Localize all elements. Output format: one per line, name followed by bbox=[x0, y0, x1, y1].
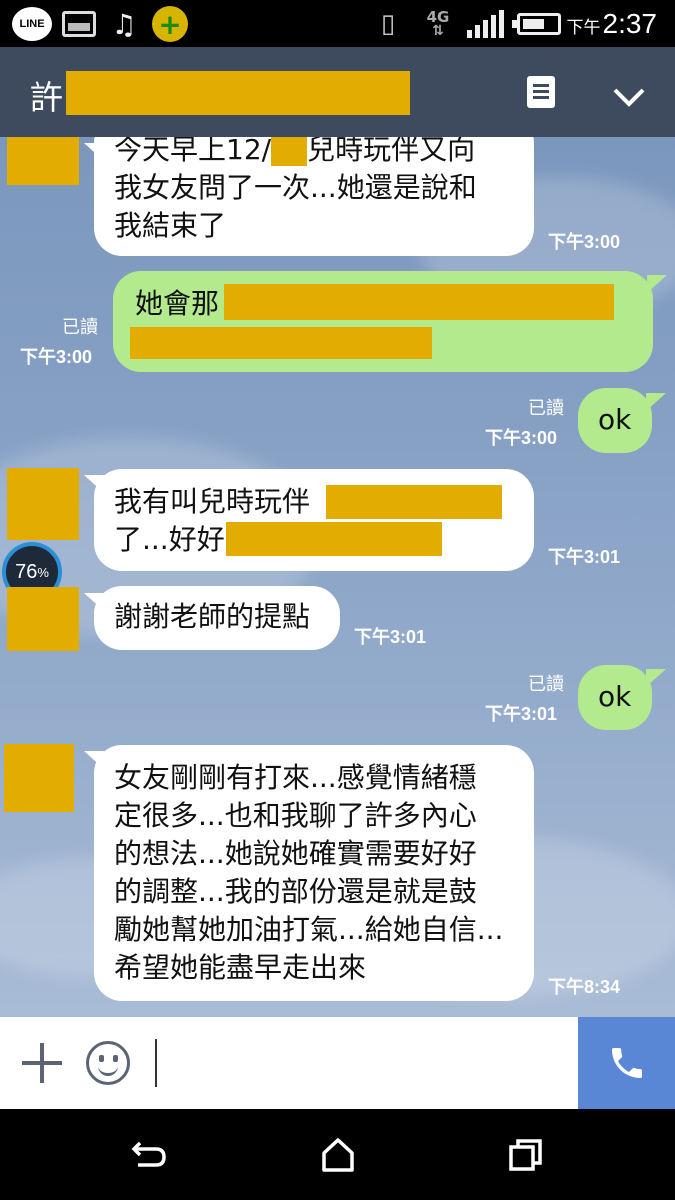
message-bubble-outgoing[interactable]: ok bbox=[578, 388, 652, 453]
message-text: 兒時玩伴又向 bbox=[307, 137, 476, 166]
clock-ampm: 下午 bbox=[566, 18, 601, 37]
message-text: 勵她幫她加油打氣...給她自信... bbox=[114, 913, 504, 946]
message-text: 今天早上12/ bbox=[114, 137, 272, 166]
phone-icon bbox=[611, 1048, 642, 1078]
line-icon: LINE bbox=[12, 7, 52, 41]
avatar[interactable] bbox=[7, 468, 79, 540]
message-bubble-incoming[interactable]: 今天早上12/兒時玩伴又向 我女友問了一次...她還是說和 我結束了 bbox=[94, 137, 534, 256]
avatar[interactable] bbox=[7, 137, 79, 185]
avatar[interactable] bbox=[4, 744, 74, 812]
text-redaction bbox=[326, 485, 502, 519]
bubble-tail bbox=[646, 393, 666, 411]
message-text: 定很多...也和我聊了許多內心 bbox=[114, 799, 477, 832]
message-time: 下午3:00 bbox=[485, 428, 558, 448]
plus-icon[interactable] bbox=[22, 1043, 62, 1083]
message-text: 的調整...我的部份還是就是鼓 bbox=[114, 875, 477, 908]
text-redaction bbox=[224, 284, 614, 320]
input-bar bbox=[0, 1017, 675, 1109]
message-time: 下午3:01 bbox=[354, 627, 427, 647]
network-4g-icon: 4G ⇅ bbox=[426, 8, 450, 39]
chat-header: 許 bbox=[0, 47, 675, 137]
call-button[interactable] bbox=[578, 1017, 675, 1109]
chat-title[interactable]: 許 bbox=[30, 71, 63, 119]
back-icon[interactable] bbox=[130, 1137, 170, 1173]
bubble-tail bbox=[646, 669, 666, 687]
home-icon[interactable] bbox=[318, 1137, 358, 1173]
message-input[interactable] bbox=[162, 1037, 562, 1089]
status-clock: 下午2:37 bbox=[567, 8, 658, 40]
status-bar: LINE ♫ + ▯ 4G ⇅ 下午2:37 bbox=[0, 0, 675, 47]
message-time: 下午3:01 bbox=[548, 547, 621, 567]
message-time: 下午3:01 bbox=[485, 704, 558, 724]
message-bubble-incoming[interactable]: 謝謝老師的提點 bbox=[94, 586, 340, 650]
message-bubble-outgoing[interactable]: ok bbox=[578, 665, 652, 730]
emoji-icon[interactable] bbox=[86, 1041, 130, 1085]
message-time: 下午3:00 bbox=[20, 347, 93, 367]
message-text: 我結束了 bbox=[114, 209, 227, 242]
recents-icon[interactable] bbox=[506, 1137, 546, 1173]
signal-icon bbox=[467, 10, 507, 38]
text-redaction bbox=[226, 522, 442, 556]
read-receipt: 已讀 bbox=[62, 317, 98, 337]
text-redaction bbox=[271, 137, 308, 166]
read-receipt: 已讀 bbox=[528, 674, 564, 694]
line-icon-label: LINE bbox=[19, 18, 45, 30]
read-receipt: 已讀 bbox=[528, 398, 564, 418]
text-cursor bbox=[155, 1039, 157, 1087]
overlay-value: 76 bbox=[15, 560, 38, 583]
network-label: 4G bbox=[426, 8, 450, 26]
gallery-icon bbox=[62, 11, 96, 37]
message-time: 下午3:00 bbox=[548, 232, 621, 252]
message-time: 下午8:34 bbox=[548, 977, 621, 997]
message-line: 今天早上12/兒時玩伴又向 bbox=[114, 137, 514, 169]
message-text: ok bbox=[598, 680, 632, 713]
message-text: 我女友問了一次...她還是說和 bbox=[114, 171, 477, 204]
chat-area[interactable]: 今天早上12/兒時玩伴又向 我女友問了一次...她還是說和 我結束了 下午3:0… bbox=[0, 137, 675, 1017]
plus-app-icon: + bbox=[152, 6, 188, 42]
chevron-down-icon[interactable] bbox=[612, 80, 646, 114]
battery-icon bbox=[512, 13, 561, 35]
clock-time: 2:37 bbox=[602, 8, 658, 39]
note-icon[interactable] bbox=[527, 76, 555, 108]
message-text: 希望她能盡早走出來 bbox=[114, 951, 367, 984]
overlay-unit: % bbox=[37, 564, 49, 580]
message-text: 的想法...她說她確實需要好好 bbox=[114, 837, 477, 870]
music-icon: ♫ bbox=[111, 7, 137, 41]
message-text: ok bbox=[598, 403, 632, 436]
text-redaction bbox=[130, 327, 432, 359]
avatar[interactable] bbox=[7, 587, 79, 651]
message-text: 女友剛剛有打來...感覺情緒穩 bbox=[114, 761, 477, 794]
bubble-tail bbox=[647, 275, 667, 293]
title-redaction bbox=[66, 71, 410, 115]
message-text: 謝謝老師的提點 bbox=[114, 600, 311, 633]
system-nav-bar bbox=[0, 1109, 675, 1200]
vibrate-icon: ▯ bbox=[380, 9, 396, 39]
message-bubble-incoming[interactable]: 女友剛剛有打來...感覺情緒穩 定很多...也和我聊了許多內心 的想法...她說… bbox=[94, 745, 534, 1001]
